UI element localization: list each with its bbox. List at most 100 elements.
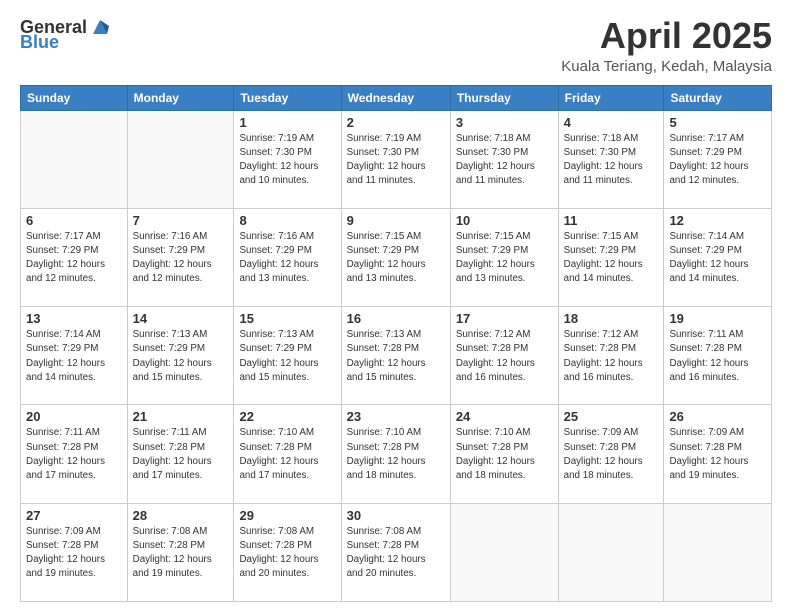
day-info: Sunrise: 7:08 AM Sunset: 7:28 PM Dayligh… <box>347 525 445 582</box>
day-number: 21 <box>133 409 229 424</box>
day-info: Sunrise: 7:10 AM Sunset: 7:28 PM Dayligh… <box>347 426 445 483</box>
day-info: Sunrise: 7:10 AM Sunset: 7:28 PM Dayligh… <box>456 426 553 483</box>
day-info: Sunrise: 7:10 AM Sunset: 7:28 PM Dayligh… <box>239 426 335 483</box>
day-info: Sunrise: 7:14 AM Sunset: 7:29 PM Dayligh… <box>26 328 122 385</box>
calendar-cell: 5 Sunrise: 7:17 AM Sunset: 7:29 PM Daylig… <box>664 110 772 208</box>
calendar-cell: 22 Sunrise: 7:10 AM Sunset: 7:28 PM Dayli… <box>234 405 341 503</box>
day-info: Sunrise: 7:19 AM Sunset: 7:30 PM Dayligh… <box>239 132 335 189</box>
day-number: 30 <box>347 508 445 523</box>
day-number: 4 <box>564 115 659 130</box>
day-info: Sunrise: 7:15 AM Sunset: 7:29 PM Dayligh… <box>456 230 553 287</box>
calendar-cell: 11Sunrise: 7:15 AM Sunset: 7:29 PM Dayli… <box>558 208 664 306</box>
calendar-cell: 4 Sunrise: 7:18 AM Sunset: 7:30 PM Daylig… <box>558 110 664 208</box>
day-info: Sunrise: 7:18 AM Sunset: 7:30 PM Dayligh… <box>564 132 659 189</box>
header-sunday: Sunday <box>21 85 128 110</box>
day-number: 15 <box>239 311 335 326</box>
calendar-cell: 20 Sunrise: 7:11 AM Sunset: 7:28 PM Dayli… <box>21 405 128 503</box>
calendar-cell: 30 Sunrise: 7:08 AM Sunset: 7:28 PM Dayli… <box>341 503 450 601</box>
day-number: 10 <box>456 213 553 228</box>
day-info: Sunrise: 7:11 AM Sunset: 7:28 PM Dayligh… <box>26 426 122 483</box>
calendar-cell: 25 Sunrise: 7:09 AM Sunset: 7:28 PM Dayli… <box>558 405 664 503</box>
logo: General Blue <box>20 16 111 53</box>
calendar-cell: 1 Sunrise: 7:19 AM Sunset: 7:30 PM Daylig… <box>234 110 341 208</box>
calendar-table: Sunday Monday Tuesday Wednesday Thursday… <box>20 85 772 602</box>
day-info: Sunrise: 7:17 AM Sunset: 7:29 PM Dayligh… <box>26 230 122 287</box>
day-info: Sunrise: 7:11 AM Sunset: 7:28 PM Dayligh… <box>669 328 766 385</box>
header-tuesday: Tuesday <box>234 85 341 110</box>
day-info: Sunrise: 7:16 AM Sunset: 7:29 PM Dayligh… <box>239 230 335 287</box>
day-info: Sunrise: 7:08 AM Sunset: 7:28 PM Dayligh… <box>239 525 335 582</box>
calendar-cell: 29 Sunrise: 7:08 AM Sunset: 7:28 PM Dayli… <box>234 503 341 601</box>
day-number: 20 <box>26 409 122 424</box>
calendar-cell: 14 Sunrise: 7:13 AM Sunset: 7:29 PM Dayli… <box>127 307 234 405</box>
day-info: Sunrise: 7:16 AM Sunset: 7:29 PM Dayligh… <box>133 230 229 287</box>
day-info: Sunrise: 7:09 AM Sunset: 7:28 PM Dayligh… <box>564 426 659 483</box>
header-thursday: Thursday <box>450 85 558 110</box>
calendar-week-row: 13Sunrise: 7:14 AM Sunset: 7:29 PM Dayli… <box>21 307 772 405</box>
month-title: April 2025 <box>561 16 772 56</box>
page: General Blue April 2025 Kuala Teriang, K… <box>0 0 792 612</box>
day-number: 7 <box>133 213 229 228</box>
day-info: Sunrise: 7:13 AM Sunset: 7:28 PM Dayligh… <box>347 328 445 385</box>
calendar-cell: 17Sunrise: 7:12 AM Sunset: 7:28 PM Dayli… <box>450 307 558 405</box>
calendar-cell: 15 Sunrise: 7:13 AM Sunset: 7:29 PM Dayli… <box>234 307 341 405</box>
calendar-cell <box>21 110 128 208</box>
calendar-cell <box>450 503 558 601</box>
day-info: Sunrise: 7:19 AM Sunset: 7:30 PM Dayligh… <box>347 132 445 189</box>
calendar-cell: 27 Sunrise: 7:09 AM Sunset: 7:28 PM Dayli… <box>21 503 128 601</box>
day-number: 12 <box>669 213 766 228</box>
day-number: 1 <box>239 115 335 130</box>
calendar-cell: 8 Sunrise: 7:16 AM Sunset: 7:29 PM Daylig… <box>234 208 341 306</box>
weekday-header-row: Sunday Monday Tuesday Wednesday Thursday… <box>21 85 772 110</box>
header-monday: Monday <box>127 85 234 110</box>
header-friday: Friday <box>558 85 664 110</box>
calendar-week-row: 20 Sunrise: 7:11 AM Sunset: 7:28 PM Dayli… <box>21 405 772 503</box>
header-saturday: Saturday <box>664 85 772 110</box>
day-info: Sunrise: 7:09 AM Sunset: 7:28 PM Dayligh… <box>26 525 122 582</box>
calendar-week-row: 6 Sunrise: 7:17 AM Sunset: 7:29 PM Daylig… <box>21 208 772 306</box>
header: General Blue April 2025 Kuala Teriang, K… <box>20 16 772 75</box>
calendar-cell: 12Sunrise: 7:14 AM Sunset: 7:29 PM Dayli… <box>664 208 772 306</box>
day-number: 29 <box>239 508 335 523</box>
calendar-week-row: 1 Sunrise: 7:19 AM Sunset: 7:30 PM Daylig… <box>21 110 772 208</box>
day-info: Sunrise: 7:17 AM Sunset: 7:29 PM Dayligh… <box>669 132 766 189</box>
day-info: Sunrise: 7:08 AM Sunset: 7:28 PM Dayligh… <box>133 525 229 582</box>
calendar-week-row: 27 Sunrise: 7:09 AM Sunset: 7:28 PM Dayli… <box>21 503 772 601</box>
calendar-cell: 2 Sunrise: 7:19 AM Sunset: 7:30 PM Daylig… <box>341 110 450 208</box>
day-number: 26 <box>669 409 766 424</box>
calendar-cell: 28 Sunrise: 7:08 AM Sunset: 7:28 PM Dayli… <box>127 503 234 601</box>
location-title: Kuala Teriang, Kedah, Malaysia <box>561 58 772 75</box>
day-info: Sunrise: 7:15 AM Sunset: 7:29 PM Dayligh… <box>347 230 445 287</box>
day-number: 8 <box>239 213 335 228</box>
calendar-cell: 18Sunrise: 7:12 AM Sunset: 7:28 PM Dayli… <box>558 307 664 405</box>
calendar-cell: 26 Sunrise: 7:09 AM Sunset: 7:28 PM Dayli… <box>664 405 772 503</box>
day-number: 2 <box>347 115 445 130</box>
calendar-cell: 6 Sunrise: 7:17 AM Sunset: 7:29 PM Daylig… <box>21 208 128 306</box>
day-number: 6 <box>26 213 122 228</box>
day-number: 16 <box>347 311 445 326</box>
calendar-cell: 10 Sunrise: 7:15 AM Sunset: 7:29 PM Dayli… <box>450 208 558 306</box>
header-wednesday: Wednesday <box>341 85 450 110</box>
day-number: 25 <box>564 409 659 424</box>
logo-icon <box>89 16 111 38</box>
day-number: 5 <box>669 115 766 130</box>
day-number: 19 <box>669 311 766 326</box>
calendar-cell <box>558 503 664 601</box>
day-info: Sunrise: 7:13 AM Sunset: 7:29 PM Dayligh… <box>133 328 229 385</box>
day-info: Sunrise: 7:09 AM Sunset: 7:28 PM Dayligh… <box>669 426 766 483</box>
day-info: Sunrise: 7:12 AM Sunset: 7:28 PM Dayligh… <box>456 328 553 385</box>
day-number: 22 <box>239 409 335 424</box>
day-number: 27 <box>26 508 122 523</box>
day-number: 18 <box>564 311 659 326</box>
day-info: Sunrise: 7:13 AM Sunset: 7:29 PM Dayligh… <box>239 328 335 385</box>
calendar-cell: 13Sunrise: 7:14 AM Sunset: 7:29 PM Dayli… <box>21 307 128 405</box>
calendar-cell: 19 Sunrise: 7:11 AM Sunset: 7:28 PM Dayli… <box>664 307 772 405</box>
calendar-cell <box>664 503 772 601</box>
calendar-cell: 3Sunrise: 7:18 AM Sunset: 7:30 PM Daylig… <box>450 110 558 208</box>
calendar-cell: 7 Sunrise: 7:16 AM Sunset: 7:29 PM Daylig… <box>127 208 234 306</box>
calendar-cell: 23 Sunrise: 7:10 AM Sunset: 7:28 PM Dayli… <box>341 405 450 503</box>
day-number: 23 <box>347 409 445 424</box>
day-number: 11 <box>564 213 659 228</box>
day-number: 14 <box>133 311 229 326</box>
day-number: 28 <box>133 508 229 523</box>
